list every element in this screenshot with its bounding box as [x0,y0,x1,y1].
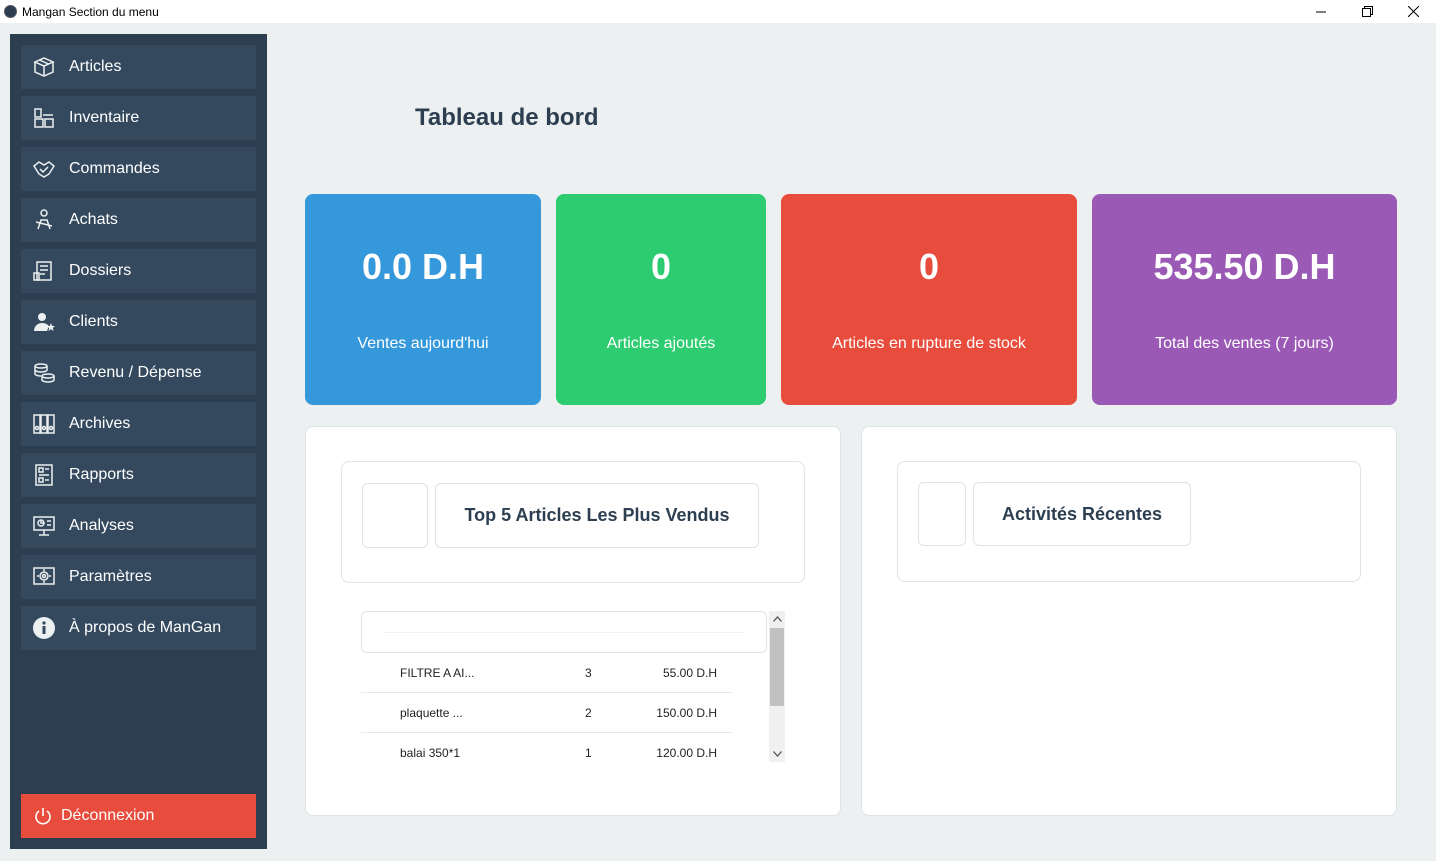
sidebar-item-label: Analyses [69,517,134,534]
sidebar-item-archives[interactable]: Archives [21,402,256,446]
minimize-icon [1315,11,1326,13]
sidebar-item-inventaire[interactable]: Inventaire [21,96,256,140]
top-articles-heading: Top 5 Articles Les Plus Vendus [435,483,759,548]
sidebar-item-clients[interactable]: Clients [21,300,256,344]
sidebar-item-rapports[interactable]: Rapports [21,453,256,497]
page-title: Tableau de bord [415,104,599,131]
sidebar-item-label: Rapports [69,466,134,483]
close-icon [1407,6,1419,17]
article-amount: 120.00 D.H [656,746,717,760]
sidebar-item-analyses[interactable]: Analyses [21,504,256,548]
scroll-down-arrow-icon[interactable] [769,746,785,762]
window-title: Mangan Section du menu [22,4,159,19]
analytics-icon [31,513,57,539]
sidebar-item-a-propos[interactable]: À propos de ManGan [21,606,256,650]
scroll-thumb[interactable] [770,628,784,706]
stat-value: 0 [918,246,940,287]
warehouse-icon [31,105,57,131]
sidebar-item-label: Commandes [69,160,160,177]
sidebar-item-label: Inventaire [69,109,140,126]
cart-icon [31,207,57,233]
folder-icon [31,258,57,284]
settings-icon [31,564,57,590]
restore-icon [1361,6,1373,17]
sidebar-item-dossiers[interactable]: Dossiers [21,249,256,293]
sidebar-item-label: À propos de ManGan [69,619,222,636]
stat-value: 0.0 D.H [361,246,485,287]
sidebar-item-label: Clients [69,313,118,330]
restore-button[interactable] [1344,0,1390,23]
stat-label: Total des ventes (7 jours) [1155,335,1334,352]
sidebar-item-label: Paramètres [69,568,152,585]
article-amount: 150.00 D.H [656,706,717,720]
window-titlebar: Mangan Section du menu [0,0,1436,23]
table-scrollbar[interactable] [769,611,785,762]
recent-activity-icon-box [918,482,966,546]
user-star-icon [31,309,57,335]
sidebar-item-label: Dossiers [69,262,132,279]
archive-icon [31,411,57,437]
stat-card-sales-today: 0.0 D.H Ventes aujourd'hui [305,194,541,405]
sidebar-item-label: Archives [69,415,131,432]
stat-value: 0 [650,246,672,287]
stat-card-weekly-sales: 535.50 D.H Total des ventes (7 jours) [1092,194,1397,405]
recent-activity-heading: Activités Récentes [973,482,1191,546]
article-qty: 3 [585,666,592,680]
table-row[interactable]: balai 350*1 1 120.00 D.H [361,733,731,773]
sidebar-item-label: Achats [69,211,118,228]
stat-label: Ventes aujourd'hui [357,335,489,352]
sidebar-item-parametres[interactable]: Paramètres [21,555,256,599]
logout-button[interactable]: Déconnexion [21,794,256,838]
minimize-button[interactable] [1298,0,1344,23]
table-row[interactable]: FILTRE A AI... 3 55.00 D.H [361,653,731,693]
table-header [361,611,767,653]
article-qty: 1 [585,746,592,760]
table-row[interactable]: plaquette ... 2 150.00 D.H [361,693,731,733]
article-qty: 2 [585,706,592,720]
article-amount: 55.00 D.H [662,666,717,680]
sidebar-menu: Articles Inventaire Commandes Achats Dos… [10,34,267,849]
box-icon [31,54,57,80]
top-articles-icon-box [362,483,428,548]
window-controls [1298,0,1436,23]
app-logo-icon [4,5,17,18]
stat-label: Articles ajoutés [606,335,716,352]
sidebar-item-label: Revenu / Dépense [69,364,202,381]
stat-value: 535.50 D.H [1153,246,1336,287]
article-name: plaquette ... [400,706,463,720]
article-name: FILTRE A AI... [400,666,475,680]
power-icon [33,803,53,829]
sidebar-item-revenu-depense[interactable]: Revenu / Dépense [21,351,256,395]
close-button[interactable] [1390,0,1436,23]
sidebar-item-label: Articles [69,58,122,75]
report-icon [31,462,57,488]
coins-icon [31,360,57,386]
stat-label: Articles en rupture de stock [832,335,1026,352]
sidebar-item-articles[interactable]: Articles [21,45,256,89]
article-name: balai 350*1 [400,746,461,760]
sidebar-item-commandes[interactable]: Commandes [21,147,256,191]
handshake-icon [31,156,57,182]
info-icon [31,615,57,641]
sidebar-item-achats[interactable]: Achats [21,198,256,242]
scroll-up-arrow-icon[interactable] [769,611,785,627]
logout-label: Déconnexion [61,807,155,824]
stat-card-articles-added: 0 Articles ajoutés [556,194,766,405]
stat-card-out-of-stock: 0 Articles en rupture de stock [781,194,1077,405]
